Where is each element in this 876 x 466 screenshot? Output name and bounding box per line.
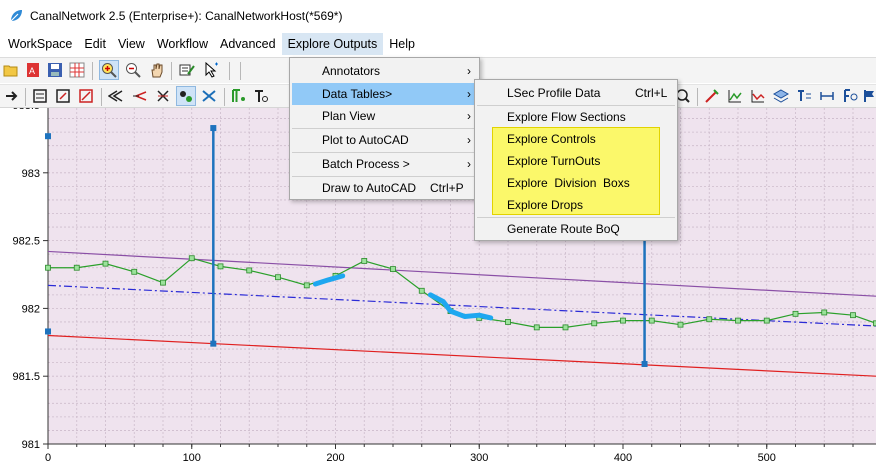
series-point bbox=[677, 321, 684, 328]
series-point bbox=[102, 260, 109, 267]
chart-icon[interactable] bbox=[748, 86, 768, 106]
series-point bbox=[562, 324, 569, 331]
menu-view[interactable]: View bbox=[112, 33, 151, 55]
node-icon[interactable] bbox=[176, 86, 196, 106]
level-icon[interactable] bbox=[251, 86, 271, 106]
series-point bbox=[131, 268, 138, 275]
x-tick-label: 500 bbox=[758, 452, 776, 464]
y-tick-label: 983 bbox=[22, 168, 40, 180]
weir-icon[interactable] bbox=[106, 86, 126, 106]
grid-icon[interactable] bbox=[67, 60, 87, 80]
series-point bbox=[361, 258, 368, 264]
text-icon[interactable] bbox=[229, 86, 249, 106]
pan-hand-icon[interactable] bbox=[147, 60, 167, 80]
series-point bbox=[850, 312, 856, 319]
series-point bbox=[821, 309, 828, 316]
series-point bbox=[217, 263, 224, 270]
y-tick-label: 981 bbox=[22, 439, 40, 451]
run-icon[interactable] bbox=[2, 86, 22, 106]
menu-item-plan-view[interactable]: Plan View › bbox=[292, 105, 477, 127]
stats-icon[interactable] bbox=[794, 86, 814, 106]
menu-item-explore-controls[interactable]: Explore Controls bbox=[477, 128, 675, 150]
window-title: CanalNetwork 2.5 (Enterprise+): CanalNet… bbox=[30, 9, 343, 23]
menu-item-explore-flow-sections[interactable]: Explore Flow Sections bbox=[477, 106, 675, 128]
series-point bbox=[735, 317, 741, 324]
menu-explore-outputs[interactable]: Explore Outputs bbox=[281, 33, 384, 55]
edit-table-icon[interactable] bbox=[177, 60, 197, 80]
series-point bbox=[591, 320, 598, 327]
menu-advanced[interactable]: Advanced bbox=[214, 33, 282, 55]
y-tick-label: 982.5 bbox=[12, 236, 40, 248]
menu-item-explore-turnouts[interactable]: Explore TurnOuts bbox=[477, 150, 675, 172]
axis-marker bbox=[45, 133, 51, 140]
x-tick-label: 200 bbox=[326, 452, 344, 464]
series-point bbox=[188, 255, 195, 262]
menu-item-draw-to-autocad[interactable]: Draw to AutoCAD Ctrl+P bbox=[292, 177, 477, 199]
vertical-marker-bottom bbox=[210, 340, 217, 347]
menu-item-generate-route-boq[interactable]: Generate Route BoQ bbox=[477, 218, 675, 240]
marker-icon[interactable] bbox=[702, 86, 722, 106]
title-bar: CanalNetwork 2.5 (Enterprise+): CanalNet… bbox=[0, 0, 876, 32]
menu-item-annotators[interactable]: Annotators › bbox=[292, 60, 477, 82]
y-tick-label: 983.5 bbox=[12, 108, 40, 112]
menu-item-plot-to-autocad[interactable]: Plot to AutoCAD › bbox=[292, 129, 477, 151]
series-point bbox=[763, 317, 770, 324]
menu-item-explore-division-boxs[interactable]: Explore Division Boxs bbox=[477, 172, 675, 194]
section-icon[interactable] bbox=[30, 86, 50, 106]
explore-outputs-menu: Annotators › Data Tables> › Plan View › Plo… bbox=[289, 57, 480, 200]
menu-edit[interactable]: Edit bbox=[78, 33, 112, 55]
svg-text:A: A bbox=[29, 66, 35, 76]
series-point bbox=[45, 264, 51, 271]
open-folder-icon[interactable] bbox=[1, 60, 21, 80]
series-point bbox=[160, 279, 166, 286]
axis-marker bbox=[45, 328, 51, 335]
export-icon[interactable]: A bbox=[23, 60, 43, 80]
x-tick-label: 100 bbox=[183, 452, 201, 464]
reset-icon[interactable] bbox=[53, 86, 73, 106]
menu-workspace[interactable]: WorkSpace bbox=[2, 33, 78, 55]
flow-icon[interactable] bbox=[130, 86, 150, 106]
select-arrow-icon[interactable] bbox=[201, 60, 221, 80]
y-tick-label: 981.5 bbox=[12, 371, 40, 383]
menu-item-batch-process[interactable]: Batch Process > › bbox=[292, 153, 477, 175]
series-point bbox=[792, 310, 799, 317]
menu-item-data-tables[interactable]: Data Tables> › bbox=[292, 83, 477, 105]
menu-workflow[interactable]: Workflow bbox=[151, 33, 214, 55]
series-point bbox=[275, 274, 281, 281]
x-tick-label: 400 bbox=[614, 452, 632, 464]
x-tick-label: 300 bbox=[470, 452, 488, 464]
series-point bbox=[246, 267, 253, 274]
series-point bbox=[620, 317, 626, 324]
dimension-icon[interactable] bbox=[817, 86, 837, 106]
layer-icon[interactable] bbox=[771, 86, 791, 106]
crossing-icon[interactable] bbox=[199, 86, 219, 106]
series-point bbox=[418, 287, 425, 294]
menu-help[interactable]: Help bbox=[383, 33, 421, 55]
zoom-in-icon[interactable] bbox=[99, 60, 119, 80]
y-tick-label: 982 bbox=[22, 303, 40, 315]
save-icon[interactable] bbox=[45, 60, 65, 80]
series-point bbox=[648, 317, 655, 324]
vertical-marker-bottom bbox=[641, 360, 648, 367]
zoom-out-icon[interactable] bbox=[123, 60, 143, 80]
gauge-icon[interactable] bbox=[840, 86, 860, 106]
vertical-marker-top bbox=[210, 125, 217, 132]
edit-icon[interactable] bbox=[76, 86, 96, 106]
flag-icon[interactable] bbox=[860, 86, 876, 106]
menu-item-explore-drops[interactable]: Explore Drops bbox=[477, 194, 675, 216]
menu-item-lsec-profile-data[interactable]: LSec Profile Data Ctrl+L bbox=[477, 82, 675, 104]
series-point bbox=[73, 264, 80, 271]
leaf-icon bbox=[10, 10, 22, 22]
series-point bbox=[390, 266, 396, 272]
series-point bbox=[505, 319, 511, 325]
menu-bar: WorkSpace Edit View Workflow Advanced Ex… bbox=[0, 32, 876, 56]
x-tick-label: 0 bbox=[45, 452, 51, 464]
data-tables-submenu: LSec Profile Data Ctrl+L Explore Flow Sec… bbox=[474, 79, 678, 241]
series-point bbox=[706, 316, 713, 323]
series-point bbox=[303, 282, 310, 289]
profile-icon[interactable] bbox=[725, 86, 745, 106]
series-point bbox=[533, 324, 540, 331]
flip-icon[interactable] bbox=[153, 86, 173, 106]
